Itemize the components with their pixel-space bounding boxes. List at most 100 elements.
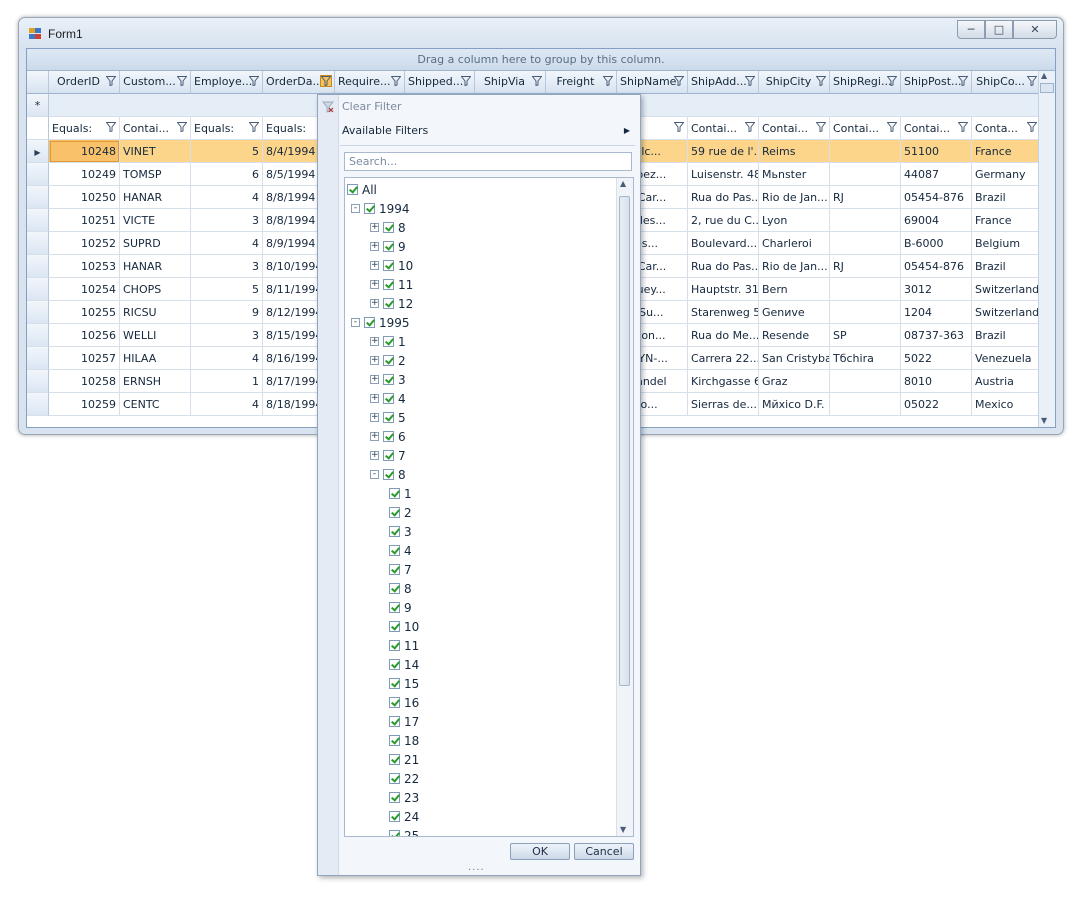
table-cell[interactable]: RJ bbox=[830, 255, 901, 278]
checkbox[interactable] bbox=[389, 792, 400, 803]
tree-vertical-scrollbar[interactable]: ▲ ▼ bbox=[616, 178, 633, 836]
tree-node[interactable]: +3 bbox=[370, 370, 406, 389]
table-cell[interactable]: 05454-876 bbox=[901, 255, 972, 278]
filter-cell-icon[interactable] bbox=[106, 122, 116, 132]
row-indicator[interactable] bbox=[27, 324, 49, 347]
checkbox[interactable] bbox=[389, 526, 400, 537]
table-cell[interactable]: 69004 bbox=[901, 209, 972, 232]
tree-node[interactable]: +6 bbox=[370, 427, 406, 446]
grid-scroll-thumb[interactable] bbox=[1040, 83, 1054, 93]
table-cell[interactable]: 10251 bbox=[49, 209, 120, 232]
checkbox[interactable] bbox=[389, 564, 400, 575]
table-cell[interactable]: Rua do Pas... bbox=[688, 186, 759, 209]
column-header[interactable]: ShipAdd... bbox=[688, 71, 759, 94]
tree-node[interactable]: +9 bbox=[370, 237, 406, 256]
tree-node[interactable]: +10 bbox=[370, 256, 413, 275]
checkbox[interactable] bbox=[383, 393, 394, 404]
table-cell[interactable]: 10256 bbox=[49, 324, 120, 347]
column-header[interactable]: ShipVia bbox=[475, 71, 546, 94]
filter-cell[interactable]: Equals: bbox=[49, 117, 120, 140]
ok-button[interactable]: OK bbox=[510, 843, 570, 860]
table-cell[interactable]: Mьnster bbox=[759, 163, 830, 186]
tree-node[interactable]: 21 bbox=[389, 750, 419, 769]
tree-node[interactable]: +7 bbox=[370, 446, 406, 465]
collapse-icon[interactable]: - bbox=[351, 204, 360, 213]
table-cell[interactable]: Reims bbox=[759, 140, 830, 163]
table-cell[interactable]: Tбchira bbox=[830, 347, 901, 370]
minimize-button[interactable]: ─ bbox=[957, 20, 985, 39]
scroll-down-icon[interactable]: ▼ bbox=[1041, 416, 1047, 425]
checkbox[interactable] bbox=[383, 260, 394, 271]
column-header[interactable]: ShipName bbox=[617, 71, 688, 94]
column-header[interactable]: Employe... bbox=[191, 71, 263, 94]
tree-node[interactable]: All bbox=[347, 180, 377, 199]
tree-node[interactable]: 2 bbox=[389, 503, 412, 522]
table-cell[interactable]: France bbox=[972, 209, 1041, 232]
table-cell[interactable]: Genиve bbox=[759, 301, 830, 324]
tree-scroll-down-icon[interactable]: ▼ bbox=[620, 825, 626, 834]
table-cell[interactable]: Mйxico D.F. bbox=[759, 393, 830, 416]
filter-cell-icon[interactable] bbox=[887, 122, 897, 132]
table-cell[interactable] bbox=[830, 163, 901, 186]
close-button[interactable]: ✕ bbox=[1013, 20, 1057, 39]
column-header[interactable]: ShipCity bbox=[759, 71, 830, 94]
tree-node[interactable]: 3 bbox=[389, 522, 412, 541]
expand-icon[interactable]: + bbox=[370, 356, 379, 365]
tree-node[interactable]: 8 bbox=[389, 579, 412, 598]
column-header[interactable]: ShipPost... bbox=[901, 71, 972, 94]
resize-grip-icon[interactable]: .... bbox=[468, 862, 485, 873]
checkbox[interactable] bbox=[389, 640, 400, 651]
row-indicator[interactable] bbox=[27, 278, 49, 301]
checkbox[interactable] bbox=[383, 412, 394, 423]
table-cell[interactable]: Sierras de... bbox=[688, 393, 759, 416]
table-cell[interactable]: 1204 bbox=[901, 301, 972, 324]
table-cell[interactable]: ERNSH bbox=[120, 370, 191, 393]
checkbox[interactable] bbox=[383, 450, 394, 461]
table-cell[interactable]: 1 bbox=[191, 370, 263, 393]
table-cell[interactable]: Starenweg 5 bbox=[688, 301, 759, 324]
table-cell[interactable]: 05022 bbox=[901, 393, 972, 416]
table-cell[interactable]: Belgium bbox=[972, 232, 1041, 255]
available-filters-item[interactable]: Available Filters ▶ bbox=[342, 120, 632, 142]
tree-node[interactable]: 17 bbox=[389, 712, 419, 731]
expand-icon[interactable]: + bbox=[370, 413, 379, 422]
table-cell[interactable]: Hauptstr. 31 bbox=[688, 278, 759, 301]
row-indicator[interactable]: ▶ bbox=[27, 140, 49, 163]
table-cell[interactable] bbox=[830, 209, 901, 232]
row-indicator[interactable] bbox=[27, 209, 49, 232]
expand-icon[interactable]: + bbox=[370, 375, 379, 384]
tree-node[interactable]: +1 bbox=[370, 332, 406, 351]
table-cell[interactable]: Graz bbox=[759, 370, 830, 393]
table-cell[interactable] bbox=[830, 301, 901, 324]
table-cell[interactable]: Rua do Pas... bbox=[688, 255, 759, 278]
checkbox[interactable] bbox=[389, 811, 400, 822]
filter-cell-icon[interactable] bbox=[745, 122, 755, 132]
row-indicator[interactable] bbox=[27, 163, 49, 186]
filter-cell-icon[interactable] bbox=[177, 122, 187, 132]
cancel-button[interactable]: Cancel bbox=[574, 843, 634, 860]
table-cell[interactable]: 4 bbox=[191, 393, 263, 416]
checkbox[interactable] bbox=[389, 773, 400, 784]
column-header[interactable]: ShipCo... bbox=[972, 71, 1041, 94]
checkbox[interactable] bbox=[383, 336, 394, 347]
tree-node[interactable]: 9 bbox=[389, 598, 412, 617]
table-cell[interactable] bbox=[830, 278, 901, 301]
tree-node[interactable]: 25 bbox=[389, 826, 419, 836]
table-cell[interactable]: 10253 bbox=[49, 255, 120, 278]
table-cell[interactable]: RICSU bbox=[120, 301, 191, 324]
expand-icon[interactable]: + bbox=[370, 242, 379, 251]
filter-cell-icon[interactable] bbox=[958, 122, 968, 132]
expand-icon[interactable]: + bbox=[370, 337, 379, 346]
table-cell[interactable]: Boulevard... bbox=[688, 232, 759, 255]
table-cell[interactable]: 9 bbox=[191, 301, 263, 324]
table-cell[interactable] bbox=[830, 393, 901, 416]
filter-cell[interactable]: Equals: bbox=[191, 117, 263, 140]
tree-node[interactable]: +5 bbox=[370, 408, 406, 427]
expand-icon[interactable]: + bbox=[370, 394, 379, 403]
tree-node[interactable]: 16 bbox=[389, 693, 419, 712]
table-cell[interactable]: 4 bbox=[191, 232, 263, 255]
tree-node[interactable]: +4 bbox=[370, 389, 406, 408]
table-cell[interactable]: Bern bbox=[759, 278, 830, 301]
table-cell[interactable]: 10258 bbox=[49, 370, 120, 393]
column-filter-icon[interactable] bbox=[958, 76, 968, 86]
